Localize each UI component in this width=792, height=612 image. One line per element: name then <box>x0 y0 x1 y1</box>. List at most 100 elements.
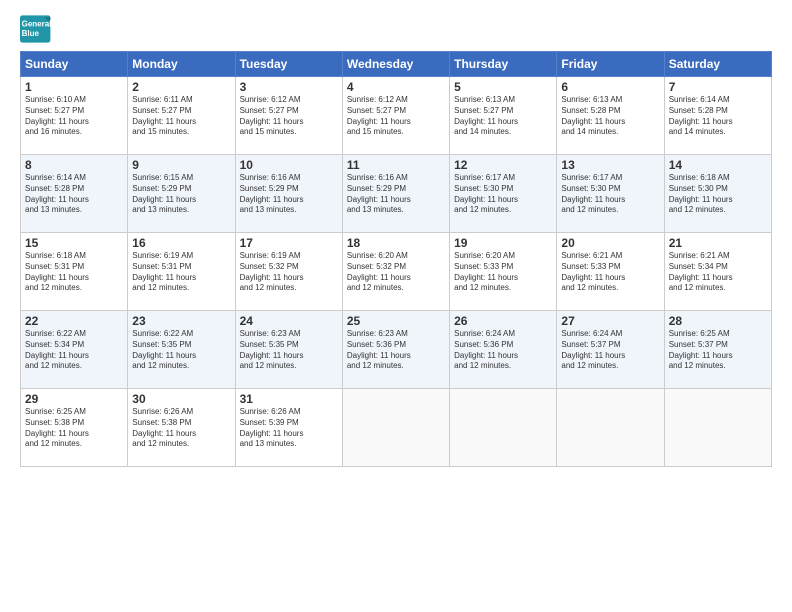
week-row-3: 15Sunrise: 6:18 AM Sunset: 5:31 PM Dayli… <box>21 233 772 311</box>
day-number: 1 <box>25 80 123 94</box>
day-info: Sunrise: 6:15 AM Sunset: 5:29 PM Dayligh… <box>132 173 230 216</box>
header: General Blue <box>20 15 772 43</box>
day-cell: 12Sunrise: 6:17 AM Sunset: 5:30 PM Dayli… <box>450 155 557 233</box>
day-number: 23 <box>132 314 230 328</box>
day-info: Sunrise: 6:11 AM Sunset: 5:27 PM Dayligh… <box>132 95 230 138</box>
day-number: 15 <box>25 236 123 250</box>
day-cell: 17Sunrise: 6:19 AM Sunset: 5:32 PM Dayli… <box>235 233 342 311</box>
day-number: 16 <box>132 236 230 250</box>
day-info: Sunrise: 6:24 AM Sunset: 5:36 PM Dayligh… <box>454 329 552 372</box>
day-info: Sunrise: 6:13 AM Sunset: 5:28 PM Dayligh… <box>561 95 659 138</box>
day-cell: 26Sunrise: 6:24 AM Sunset: 5:36 PM Dayli… <box>450 311 557 389</box>
day-number: 4 <box>347 80 445 94</box>
day-info: Sunrise: 6:18 AM Sunset: 5:31 PM Dayligh… <box>25 251 123 294</box>
day-number: 8 <box>25 158 123 172</box>
day-number: 14 <box>669 158 767 172</box>
day-number: 20 <box>561 236 659 250</box>
day-cell: 20Sunrise: 6:21 AM Sunset: 5:33 PM Dayli… <box>557 233 664 311</box>
col-header-thursday: Thursday <box>450 52 557 77</box>
day-info: Sunrise: 6:14 AM Sunset: 5:28 PM Dayligh… <box>669 95 767 138</box>
day-info: Sunrise: 6:17 AM Sunset: 5:30 PM Dayligh… <box>454 173 552 216</box>
day-info: Sunrise: 6:21 AM Sunset: 5:33 PM Dayligh… <box>561 251 659 294</box>
day-cell: 8Sunrise: 6:14 AM Sunset: 5:28 PM Daylig… <box>21 155 128 233</box>
day-info: Sunrise: 6:12 AM Sunset: 5:27 PM Dayligh… <box>347 95 445 138</box>
day-info: Sunrise: 6:19 AM Sunset: 5:31 PM Dayligh… <box>132 251 230 294</box>
day-cell: 28Sunrise: 6:25 AM Sunset: 5:37 PM Dayli… <box>664 311 771 389</box>
day-cell: 30Sunrise: 6:26 AM Sunset: 5:38 PM Dayli… <box>128 389 235 467</box>
day-info: Sunrise: 6:22 AM Sunset: 5:35 PM Dayligh… <box>132 329 230 372</box>
day-number: 9 <box>132 158 230 172</box>
day-cell: 14Sunrise: 6:18 AM Sunset: 5:30 PM Dayli… <box>664 155 771 233</box>
day-cell <box>342 389 449 467</box>
col-header-monday: Monday <box>128 52 235 77</box>
svg-text:Blue: Blue <box>22 29 40 38</box>
day-cell: 23Sunrise: 6:22 AM Sunset: 5:35 PM Dayli… <box>128 311 235 389</box>
day-cell: 16Sunrise: 6:19 AM Sunset: 5:31 PM Dayli… <box>128 233 235 311</box>
calendar-table: SundayMondayTuesdayWednesdayThursdayFrid… <box>20 51 772 467</box>
day-cell: 10Sunrise: 6:16 AM Sunset: 5:29 PM Dayli… <box>235 155 342 233</box>
day-number: 19 <box>454 236 552 250</box>
col-header-tuesday: Tuesday <box>235 52 342 77</box>
col-header-saturday: Saturday <box>664 52 771 77</box>
day-number: 21 <box>669 236 767 250</box>
day-number: 6 <box>561 80 659 94</box>
day-number: 10 <box>240 158 338 172</box>
day-number: 11 <box>347 158 445 172</box>
day-info: Sunrise: 6:18 AM Sunset: 5:30 PM Dayligh… <box>669 173 767 216</box>
day-number: 12 <box>454 158 552 172</box>
day-cell: 9Sunrise: 6:15 AM Sunset: 5:29 PM Daylig… <box>128 155 235 233</box>
day-cell: 2Sunrise: 6:11 AM Sunset: 5:27 PM Daylig… <box>128 77 235 155</box>
logo: General Blue <box>20 15 52 43</box>
svg-text:General: General <box>22 20 52 29</box>
week-row-4: 22Sunrise: 6:22 AM Sunset: 5:34 PM Dayli… <box>21 311 772 389</box>
week-row-5: 29Sunrise: 6:25 AM Sunset: 5:38 PM Dayli… <box>21 389 772 467</box>
day-cell: 18Sunrise: 6:20 AM Sunset: 5:32 PM Dayli… <box>342 233 449 311</box>
header-row: SundayMondayTuesdayWednesdayThursdayFrid… <box>21 52 772 77</box>
day-number: 13 <box>561 158 659 172</box>
day-number: 2 <box>132 80 230 94</box>
day-info: Sunrise: 6:20 AM Sunset: 5:32 PM Dayligh… <box>347 251 445 294</box>
day-info: Sunrise: 6:16 AM Sunset: 5:29 PM Dayligh… <box>240 173 338 216</box>
day-cell: 22Sunrise: 6:22 AM Sunset: 5:34 PM Dayli… <box>21 311 128 389</box>
day-cell: 15Sunrise: 6:18 AM Sunset: 5:31 PM Dayli… <box>21 233 128 311</box>
day-info: Sunrise: 6:23 AM Sunset: 5:36 PM Dayligh… <box>347 329 445 372</box>
day-info: Sunrise: 6:24 AM Sunset: 5:37 PM Dayligh… <box>561 329 659 372</box>
day-number: 22 <box>25 314 123 328</box>
day-cell: 25Sunrise: 6:23 AM Sunset: 5:36 PM Dayli… <box>342 311 449 389</box>
day-cell: 7Sunrise: 6:14 AM Sunset: 5:28 PM Daylig… <box>664 77 771 155</box>
day-info: Sunrise: 6:16 AM Sunset: 5:29 PM Dayligh… <box>347 173 445 216</box>
day-number: 5 <box>454 80 552 94</box>
day-cell <box>664 389 771 467</box>
day-info: Sunrise: 6:10 AM Sunset: 5:27 PM Dayligh… <box>25 95 123 138</box>
day-number: 3 <box>240 80 338 94</box>
day-info: Sunrise: 6:25 AM Sunset: 5:38 PM Dayligh… <box>25 407 123 450</box>
day-info: Sunrise: 6:25 AM Sunset: 5:37 PM Dayligh… <box>669 329 767 372</box>
day-info: Sunrise: 6:12 AM Sunset: 5:27 PM Dayligh… <box>240 95 338 138</box>
week-row-1: 1Sunrise: 6:10 AM Sunset: 5:27 PM Daylig… <box>21 77 772 155</box>
day-cell: 21Sunrise: 6:21 AM Sunset: 5:34 PM Dayli… <box>664 233 771 311</box>
day-info: Sunrise: 6:22 AM Sunset: 5:34 PM Dayligh… <box>25 329 123 372</box>
day-cell: 24Sunrise: 6:23 AM Sunset: 5:35 PM Dayli… <box>235 311 342 389</box>
day-cell: 29Sunrise: 6:25 AM Sunset: 5:38 PM Dayli… <box>21 389 128 467</box>
day-number: 25 <box>347 314 445 328</box>
day-cell: 3Sunrise: 6:12 AM Sunset: 5:27 PM Daylig… <box>235 77 342 155</box>
day-cell: 6Sunrise: 6:13 AM Sunset: 5:28 PM Daylig… <box>557 77 664 155</box>
day-cell: 1Sunrise: 6:10 AM Sunset: 5:27 PM Daylig… <box>21 77 128 155</box>
day-cell: 11Sunrise: 6:16 AM Sunset: 5:29 PM Dayli… <box>342 155 449 233</box>
day-number: 17 <box>240 236 338 250</box>
day-number: 28 <box>669 314 767 328</box>
page: General Blue SundayMondayTuesdayWednesda… <box>0 0 792 612</box>
day-cell <box>450 389 557 467</box>
day-cell: 19Sunrise: 6:20 AM Sunset: 5:33 PM Dayli… <box>450 233 557 311</box>
day-number: 30 <box>132 392 230 406</box>
day-info: Sunrise: 6:20 AM Sunset: 5:33 PM Dayligh… <box>454 251 552 294</box>
day-number: 29 <box>25 392 123 406</box>
day-cell <box>557 389 664 467</box>
day-info: Sunrise: 6:26 AM Sunset: 5:39 PM Dayligh… <box>240 407 338 450</box>
week-row-2: 8Sunrise: 6:14 AM Sunset: 5:28 PM Daylig… <box>21 155 772 233</box>
day-number: 31 <box>240 392 338 406</box>
logo-icon: General Blue <box>20 15 52 43</box>
day-cell: 4Sunrise: 6:12 AM Sunset: 5:27 PM Daylig… <box>342 77 449 155</box>
day-cell: 13Sunrise: 6:17 AM Sunset: 5:30 PM Dayli… <box>557 155 664 233</box>
day-info: Sunrise: 6:21 AM Sunset: 5:34 PM Dayligh… <box>669 251 767 294</box>
